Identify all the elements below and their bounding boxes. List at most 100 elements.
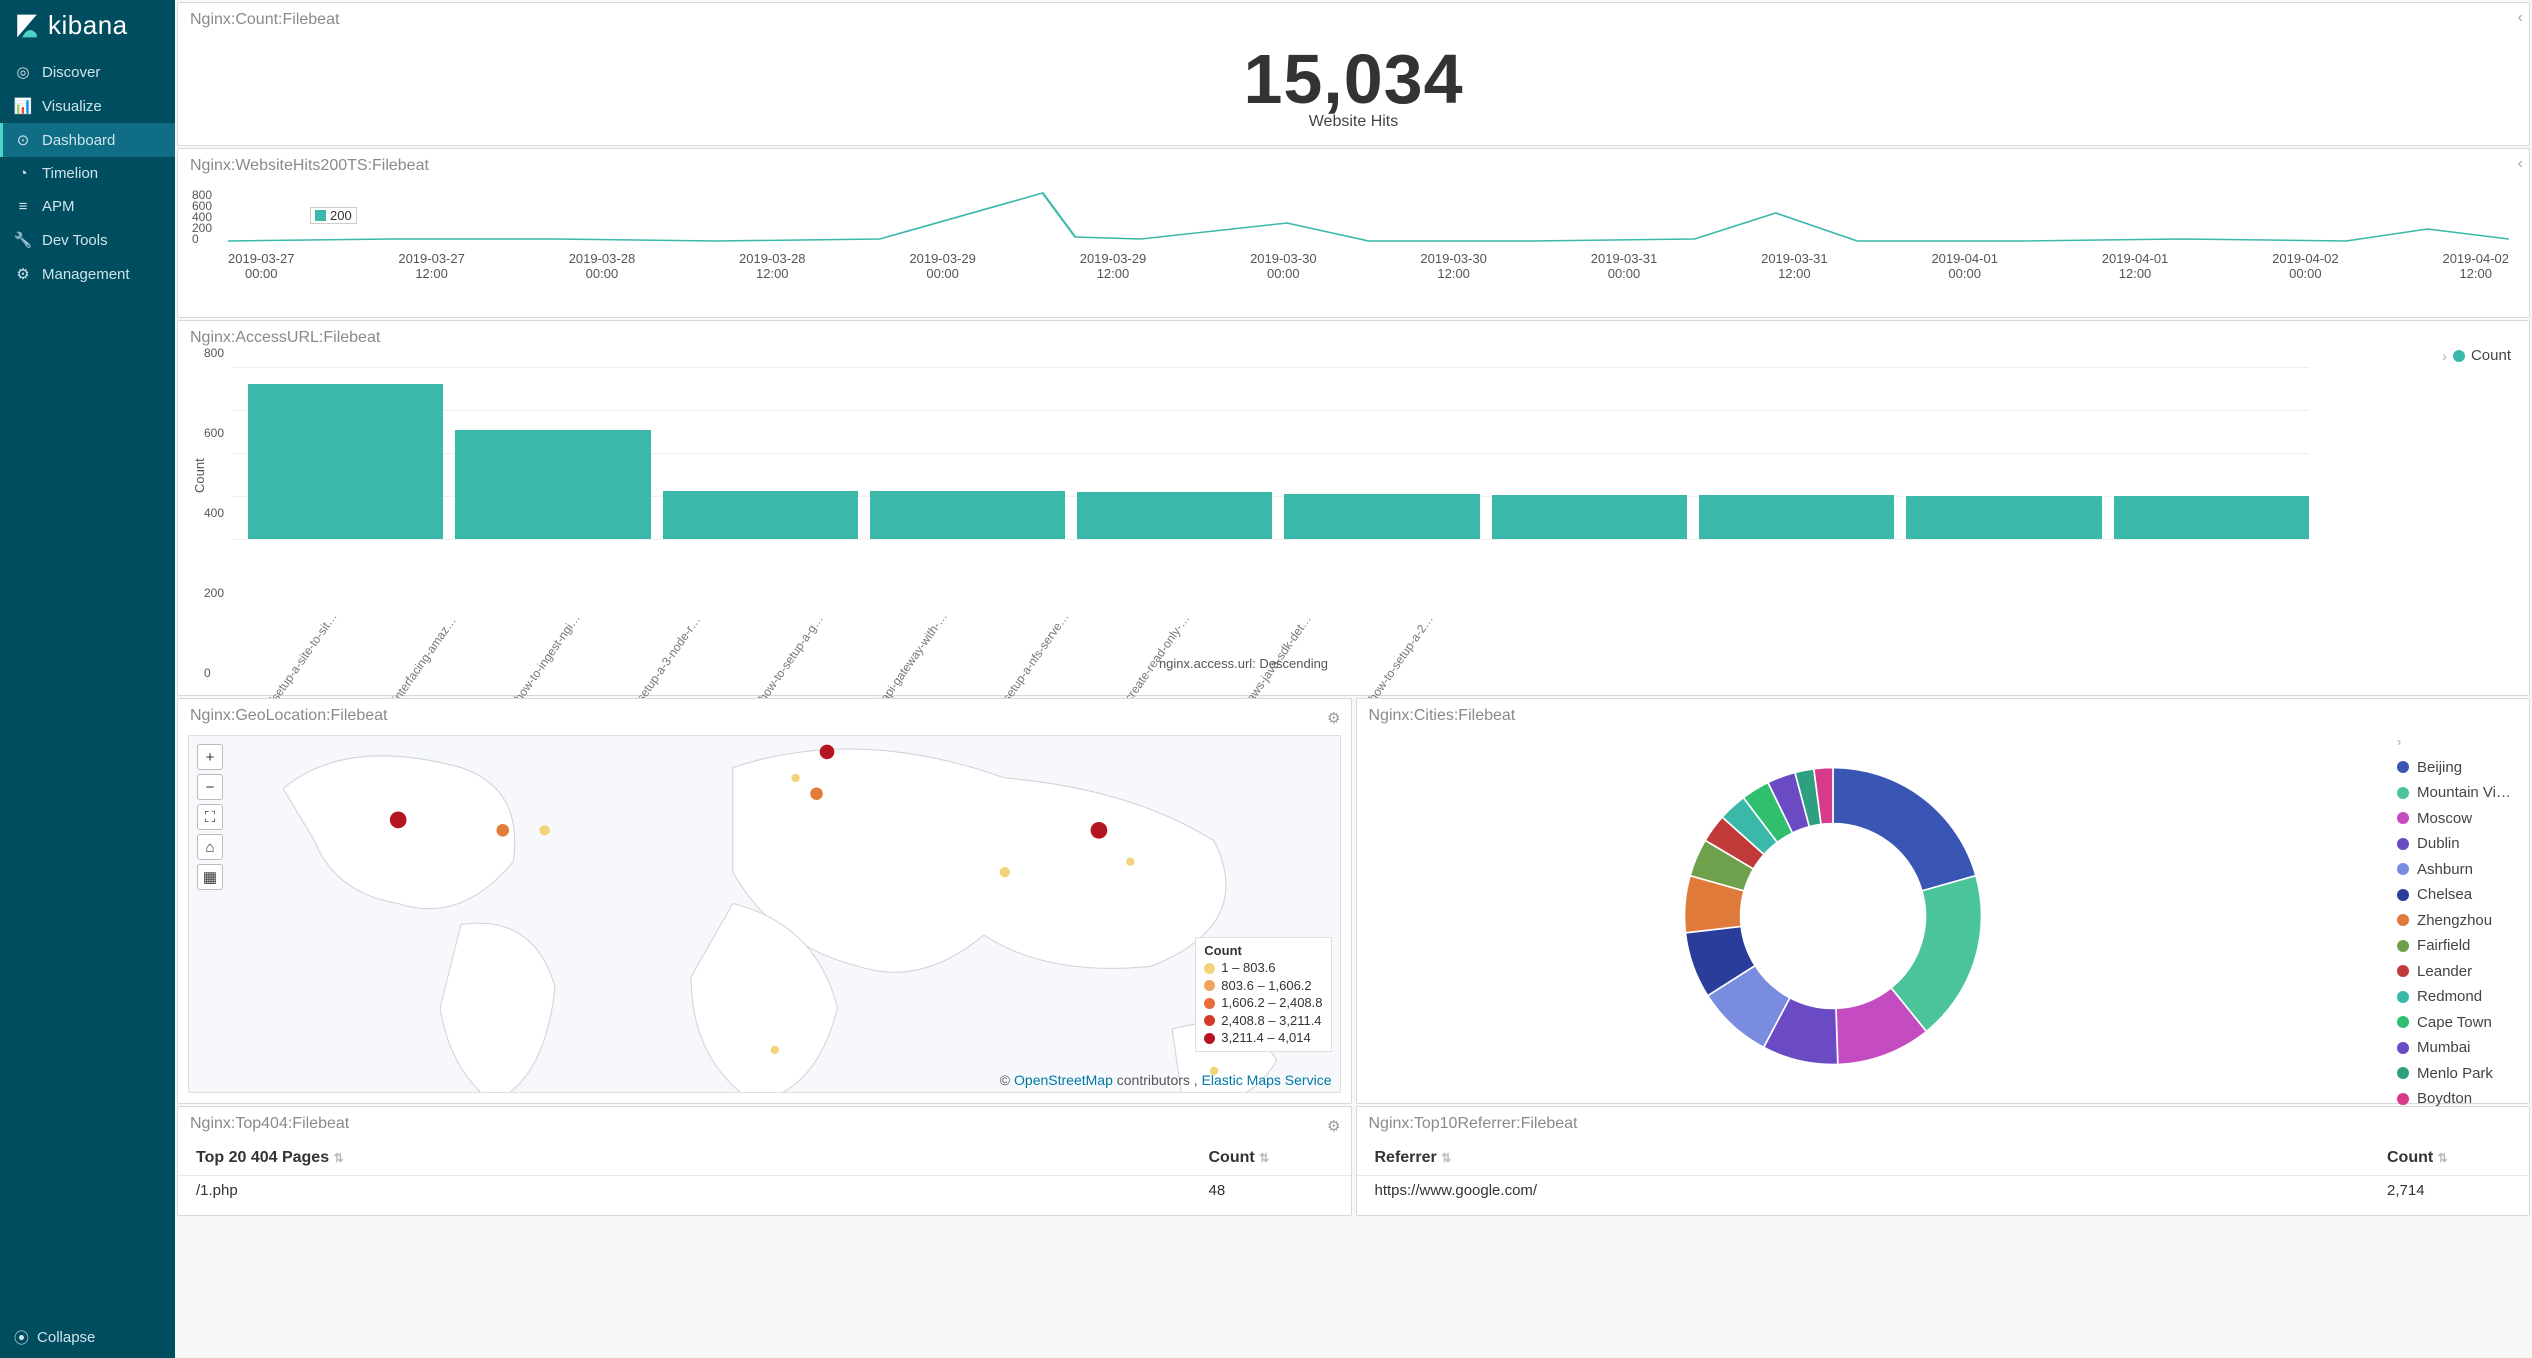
bar[interactable] xyxy=(870,491,1065,539)
panel-expand-icon[interactable]: ‹ xyxy=(2518,9,2523,27)
legend-item[interactable]: Menlo Park xyxy=(2397,1061,2511,1087)
legend-item[interactable]: Zhengzhou xyxy=(2397,908,2511,934)
clock-icon: ◔ xyxy=(14,165,32,182)
col-referrer[interactable]: Referrer ⇅ xyxy=(1357,1139,2370,1176)
table-row[interactable]: /1.php48 xyxy=(178,1176,1351,1206)
col-count[interactable]: Count ⇅ xyxy=(1191,1139,1351,1176)
bar-series[interactable] xyxy=(248,367,2309,539)
compass-icon: ◎ xyxy=(14,63,32,81)
zoom-in-button[interactable]: + xyxy=(197,744,223,770)
nav-apm[interactable]: ≡ APM xyxy=(0,190,175,223)
link-osm[interactable]: OpenStreetMap xyxy=(1014,1072,1113,1088)
nav-label: Discover xyxy=(42,64,100,81)
sort-icon: ⇅ xyxy=(1259,1151,1269,1165)
home-button[interactable]: ⌂ xyxy=(197,834,223,860)
legend-item[interactable]: Dublin xyxy=(2397,831,2511,857)
nav-management[interactable]: ⚙Management xyxy=(0,257,175,291)
col-count[interactable]: Count ⇅ xyxy=(2369,1139,2529,1176)
dashboard-grid: Nginx:Count:Filebeat ‹ 15,034 Website Hi… xyxy=(175,0,2532,1358)
panel-title: Nginx:Cities:Filebeat xyxy=(1357,699,2530,731)
apm-icon: ≡ xyxy=(14,198,32,215)
bar[interactable] xyxy=(663,491,858,539)
nav-dashboard[interactable]: ⊙ Dashboard xyxy=(0,123,175,157)
legend-item[interactable]: Fairfield xyxy=(2397,933,2511,959)
table-row[interactable]: https://www.google.com/2,714 xyxy=(1357,1176,2530,1206)
metric-value: 15,034 xyxy=(178,39,2529,119)
map-attribution: © OpenStreetMap contributors , Elastic M… xyxy=(1000,1072,1332,1088)
metric-label: Website Hits xyxy=(178,113,2529,131)
legend-item[interactable]: Mumbai xyxy=(2397,1035,2511,1061)
col-page[interactable]: Top 20 404 Pages ⇅ xyxy=(178,1139,1191,1176)
panel-geo: Nginx:GeoLocation:Filebeat ⚙ xyxy=(177,698,1352,1104)
bar[interactable] xyxy=(1492,495,1687,539)
bar[interactable] xyxy=(1284,494,1479,539)
legend-item[interactable]: Mountain Vi… xyxy=(2397,780,2511,806)
legend-item[interactable]: Chelsea xyxy=(2397,882,2511,908)
app-logo[interactable]: kibana xyxy=(0,0,175,55)
bar[interactable] xyxy=(1699,495,1894,539)
bar[interactable] xyxy=(1906,496,2101,539)
fit-bounds-button[interactable]: ⛶ xyxy=(197,804,223,830)
timeseries-chart[interactable] xyxy=(228,189,2509,249)
sort-icon: ⇅ xyxy=(334,1151,344,1165)
panel-count: Nginx:Count:Filebeat ‹ 15,034 Website Hi… xyxy=(177,2,2530,146)
panel-expand-icon[interactable]: ‹ xyxy=(2518,155,2523,173)
dashboard-icon: ⊙ xyxy=(14,131,32,149)
nav-label: Dev Tools xyxy=(42,232,108,249)
panel-title: Nginx:WebsiteHits200TS:Filebeat xyxy=(178,149,2529,181)
panel-timeseries: Nginx:WebsiteHits200TS:Filebeat ‹ 800 60… xyxy=(177,148,2530,318)
wrench-icon: 🔧 xyxy=(14,231,32,249)
sidebar: kibana ◎ Discover 📊 Visualize ⊙ Dashboard ◔… xyxy=(0,0,175,1358)
legend-item[interactable]: Cape Town xyxy=(2397,1010,2511,1036)
legend-item[interactable]: Moscow xyxy=(2397,806,2511,832)
table-top404: Top 20 404 Pages ⇅ Count ⇅ /1.php48 xyxy=(178,1139,1351,1205)
bar-chart-icon: 📊 xyxy=(14,97,32,115)
legend-item[interactable]: Leander xyxy=(2397,959,2511,985)
panel-title: Nginx:Top404:Filebeat xyxy=(178,1107,1351,1139)
y-ticks: 800 600 400 200 0 xyxy=(192,189,212,244)
collapse-button[interactable]: ⦿ Collapse xyxy=(0,1317,175,1358)
bar[interactable] xyxy=(1077,492,1272,539)
panel-options-icon[interactable]: ⚙ xyxy=(1327,1117,1340,1135)
nav-timelion[interactable]: ◔ Timelion xyxy=(0,157,175,190)
map-controls: + − ⛶ ⌂ ▦ xyxy=(197,744,223,890)
nav-devtools[interactable]: 🔧 Dev Tools xyxy=(0,223,175,257)
nav-visualize[interactable]: 📊 Visualize xyxy=(0,89,175,123)
layers-button[interactable]: ▦ xyxy=(197,864,223,890)
legend-item[interactable]: Redmond xyxy=(2397,984,2511,1010)
map[interactable]: + − ⛶ ⌂ ▦ Count 1 – 803.6803.6 – 1,606.2… xyxy=(188,735,1341,1093)
nav-discover[interactable]: ◎ Discover xyxy=(0,55,175,89)
gear-icon: ⚙ xyxy=(14,265,32,283)
table-referrer: Referrer ⇅ Count ⇅ https://www.google.co… xyxy=(1357,1139,2530,1205)
panel-options-icon[interactable]: ⚙ xyxy=(1327,709,1340,727)
panel-top404: Nginx:Top404:Filebeat ⚙ Top 20 404 Pages… xyxy=(177,1106,1352,1216)
donut-legend: › BeijingMountain Vi…MoscowDublinAshburn… xyxy=(2397,729,2511,1112)
panel-title: Nginx:Top10Referrer:Filebeat xyxy=(1357,1107,2530,1139)
nav-label: APM xyxy=(42,198,75,215)
chevron-right-icon[interactable]: › xyxy=(2397,734,2401,749)
x-axis-label: nginx.access.url: Descending xyxy=(178,656,2309,671)
zoom-out-button[interactable]: − xyxy=(197,774,223,800)
legend-item[interactable]: Ashburn xyxy=(2397,857,2511,883)
map-legend: Count 1 – 803.6803.6 – 1,606.21,606.2 – … xyxy=(1195,937,1331,1052)
series-legend-200[interactable]: 200 xyxy=(310,207,357,224)
panel-referrer: Nginx:Top10Referrer:Filebeat Referrer ⇅ … xyxy=(1356,1106,2531,1216)
nav-label: Dashboard xyxy=(42,132,115,149)
collapse-label: Collapse xyxy=(37,1329,95,1346)
legend-item[interactable]: Beijing xyxy=(2397,755,2511,781)
nav-list: ◎ Discover 📊 Visualize ⊙ Dashboard ◔ Timelio… xyxy=(0,55,175,291)
kibana-icon xyxy=(14,13,40,39)
panel-access-url: Nginx:AccessURL:Filebeat ›Count Count /s… xyxy=(177,320,2530,696)
panel-title: Nginx:GeoLocation:Filebeat xyxy=(178,699,1351,731)
panel-title: Nginx:Count:Filebeat xyxy=(178,3,2529,35)
donut-chart[interactable] xyxy=(1397,749,2270,1083)
bar[interactable] xyxy=(2114,496,2309,539)
panel-title: Nginx:AccessURL:Filebeat xyxy=(178,321,2529,353)
link-ems[interactable]: Elastic Maps Service xyxy=(1202,1072,1332,1088)
nav-label: Timelion xyxy=(42,165,98,182)
nav-label: Visualize xyxy=(42,98,102,115)
bar[interactable] xyxy=(248,384,443,539)
chevron-left-icon: ⦿ xyxy=(14,1327,29,1348)
sort-icon: ⇅ xyxy=(1441,1151,1451,1165)
bar[interactable] xyxy=(455,430,650,539)
